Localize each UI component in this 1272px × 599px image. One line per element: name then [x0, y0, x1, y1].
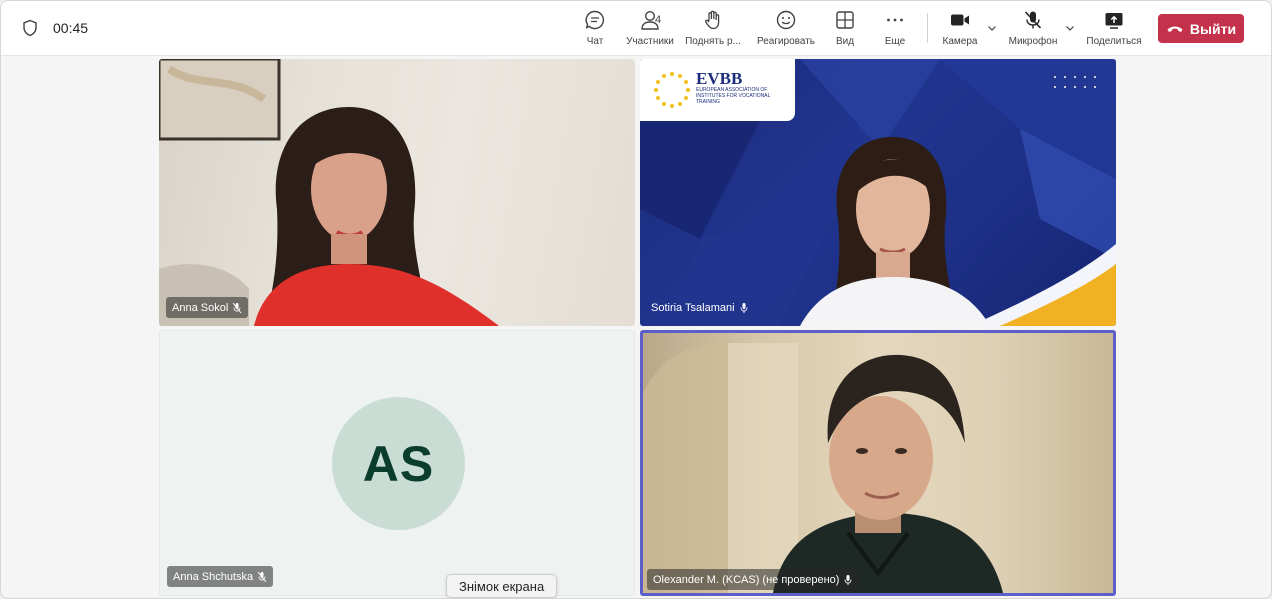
- participant-name-tag: Sotiria Tsalamani: [645, 297, 755, 318]
- participants-count: 4: [655, 14, 662, 26]
- raise-hand-button[interactable]: Поднять р...: [684, 9, 742, 51]
- avatar: AS: [332, 397, 465, 530]
- grid-view-icon: [836, 11, 854, 29]
- participants-label: Участники: [626, 36, 674, 47]
- participant-video: [159, 59, 499, 326]
- mic-icon: [740, 302, 748, 313]
- video-tile-active-speaker[interactable]: Olexander M. (KCAS) (не проверено): [640, 330, 1116, 596]
- chevron-down-icon[interactable]: [1065, 23, 1075, 33]
- meeting-window: 00:45 Чат 4 Участники Поднять р... Реаги…: [0, 0, 1272, 599]
- react-label: Реагировать: [756, 36, 816, 47]
- mic-icon: [845, 574, 852, 585]
- share-screen-icon: [1105, 13, 1123, 29]
- meeting-toolbar: 00:45 Чат 4 Участники Поднять р... Реаги…: [1, 1, 1271, 56]
- react-button[interactable]: Реагировать: [755, 9, 817, 51]
- participant-name-tag: Anna Sokol: [166, 297, 249, 318]
- smiley-icon: [776, 10, 796, 30]
- raise-hand-label: Поднять р...: [685, 36, 741, 47]
- call-timer: 00:45: [53, 20, 89, 36]
- participants-button[interactable]: 4 Участники: [624, 9, 676, 51]
- microphone-label: Микрофон: [1008, 36, 1058, 47]
- camera-label: Камера: [942, 36, 978, 47]
- toolbar-divider: [927, 13, 928, 43]
- leave-label: Выйти: [1189, 20, 1237, 37]
- logo-subtitle: EUROPEAN ASSOCIATION OF INSTITUTES FOR V…: [696, 87, 771, 105]
- hang-up-icon: [1167, 26, 1183, 32]
- more-button[interactable]: Еще: [884, 9, 906, 51]
- participant-name-tag: Olexander M. (KCAS) (не проверено): [647, 569, 860, 590]
- shield-icon[interactable]: [21, 19, 39, 37]
- more-label: Еще: [884, 36, 906, 47]
- hand-icon: [705, 10, 720, 30]
- video-tile[interactable]: Anna Sokol: [159, 59, 635, 326]
- view-button[interactable]: Вид: [834, 9, 856, 51]
- chevron-down-icon[interactable]: [987, 23, 997, 33]
- share-label: Поделиться: [1086, 36, 1142, 47]
- camera-button[interactable]: Камера: [941, 9, 979, 51]
- participant-name: Anna Sokol: [172, 301, 229, 314]
- chat-button[interactable]: Чат: [583, 9, 607, 51]
- screenshot-toast: Знімок екрана: [446, 574, 558, 598]
- evbb-logo: EVBB EUROPEAN ASSOCIATION OF INSTITUTES …: [640, 59, 795, 121]
- more-icon: [887, 18, 903, 22]
- video-tile[interactable]: AS Anna Shchutska: [159, 330, 635, 596]
- mic-off-icon: [1024, 11, 1042, 29]
- participant-name: Olexander M. (KCAS) (не проверено): [653, 573, 840, 586]
- participant-name: Sotiria Tsalamani: [651, 301, 735, 314]
- microphone-button[interactable]: Микрофон: [1007, 9, 1059, 51]
- eu-stars-icon: [654, 72, 690, 108]
- logo-title: EVBB: [696, 69, 743, 88]
- leave-button[interactable]: Выйти: [1158, 14, 1244, 43]
- participant-name: Anna Shchutska: [173, 570, 254, 583]
- video-tile[interactable]: EVBB EUROPEAN ASSOCIATION OF INSTITUTES …: [640, 59, 1116, 326]
- participant-name-tag: Anna Shchutska: [167, 566, 274, 587]
- chat-label: Чат: [586, 36, 604, 47]
- participant-video: [643, 343, 1003, 593]
- chat-icon: [585, 10, 605, 30]
- mic-off-icon: [257, 571, 267, 582]
- view-label: Вид: [835, 36, 855, 47]
- camera-icon: [951, 14, 969, 26]
- share-button[interactable]: Поделиться: [1085, 9, 1143, 51]
- mic-off-icon: [232, 302, 242, 313]
